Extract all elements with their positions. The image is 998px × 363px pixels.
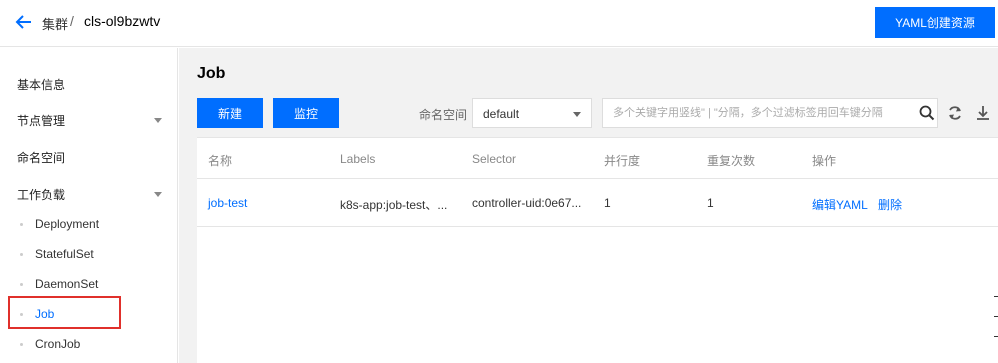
sidebar-subitem-deployment[interactable]: Deployment (0, 209, 178, 239)
highlight-annotation-box (8, 296, 121, 329)
namespace-value: default (483, 107, 520, 121)
job-selector: controller-uid:0e67... (472, 196, 582, 210)
breadcrumb-cluster-id: cls-ol9bzwtv (84, 13, 161, 29)
sidebar-subitem-cronjob[interactable]: CronJob (0, 329, 178, 359)
sidebar-item-namespace[interactable]: 命名空间 (0, 139, 178, 175)
sidebar-item-label: 工作负载 (17, 187, 66, 202)
column-header-completions: 重复次数 (707, 154, 756, 168)
page-title: Job (197, 65, 226, 82)
new-button[interactable]: 新建 (197, 98, 263, 128)
monitor-button[interactable]: 监控 (273, 98, 339, 128)
sidebar-item-workload[interactable]: 工作负载 (0, 176, 178, 212)
column-header-parallelism: 并行度 (604, 154, 641, 168)
sidebar-item-node-management[interactable]: 节点管理 (0, 102, 178, 138)
sidebar-subitem-label: StatefulSet (35, 247, 94, 261)
table-header: 名称 Labels Selector 并行度 重复次数 操作 (197, 138, 998, 179)
scrollbar-tick (994, 316, 998, 317)
breadcrumb-separator: / (70, 13, 74, 29)
edit-yaml-link[interactable]: 编辑YAML (812, 196, 868, 213)
column-header-name: 名称 (208, 154, 233, 168)
job-parallelism: 1 (604, 196, 611, 210)
back-arrow-icon[interactable] (14, 12, 34, 32)
sidebar-subitem-label: DaemonSet (35, 277, 99, 291)
scrollbar-tick (994, 296, 998, 297)
delete-link[interactable]: 删除 (878, 196, 902, 213)
chevron-down-icon (154, 118, 162, 123)
sidebar-subitem-statefulset[interactable]: StatefulSet (0, 239, 178, 269)
main-content: Job 新建 监控 命名空间 default 名称 Labels Selecto… (179, 48, 998, 363)
namespace-label: 命名空间 (419, 108, 468, 122)
job-table: 名称 Labels Selector 并行度 重复次数 操作 job-test … (197, 137, 998, 363)
search-box (602, 98, 938, 128)
job-completions: 1 (707, 196, 714, 210)
top-header: 集群 / cls-ol9bzwtv YAML创建资源 (0, 0, 998, 47)
sidebar-subitem-daemonset[interactable]: DaemonSet (0, 269, 178, 299)
sidebar-subitem-label: CronJob (35, 337, 81, 351)
sidebar-item-label: 节点管理 (17, 113, 66, 128)
column-header-actions: 操作 (812, 154, 837, 168)
bullet-icon (20, 283, 23, 286)
column-header-labels: Labels (340, 152, 376, 166)
sidebar-subitem-label: Deployment (35, 217, 100, 231)
chevron-down-icon (154, 192, 162, 197)
chevron-down-icon (573, 112, 581, 117)
bullet-icon (20, 223, 23, 226)
download-icon[interactable] (976, 105, 990, 121)
namespace-select[interactable]: default (472, 98, 592, 128)
refresh-icon[interactable] (947, 105, 963, 121)
table-row: job-test k8s-app:job-test、... controller… (197, 179, 998, 227)
yaml-create-button[interactable]: YAML创建资源 (875, 7, 995, 38)
job-labels: k8s-app:job-test、... (340, 198, 448, 212)
sidebar-item-label: 基本信息 (17, 77, 66, 92)
search-icon[interactable] (919, 105, 935, 121)
breadcrumb-cluster-link[interactable]: 集群 (42, 14, 68, 33)
scrollbar-tick (994, 336, 998, 337)
bullet-icon (20, 343, 23, 346)
sidebar-item-basic-info[interactable]: 基本信息 (0, 66, 178, 102)
sidebar-item-label: 命名空间 (17, 150, 66, 165)
bullet-icon (20, 253, 23, 256)
column-header-selector: Selector (472, 152, 517, 166)
job-name-link[interactable]: job-test (208, 196, 247, 210)
search-input[interactable] (604, 100, 908, 126)
